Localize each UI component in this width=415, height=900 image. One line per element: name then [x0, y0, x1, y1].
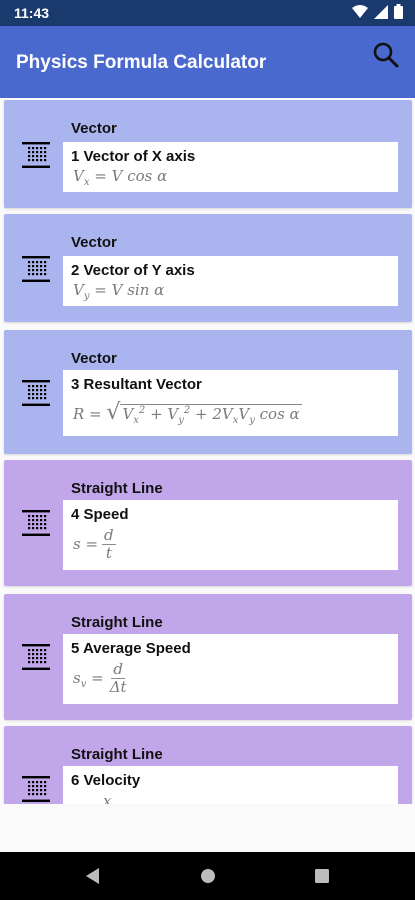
status-time: 11:43: [14, 5, 50, 21]
formula-card[interactable]: Straight Line 4 Speed s = d t: [4, 460, 412, 586]
battery-icon: [394, 4, 403, 19]
wifi-icon: [352, 4, 368, 18]
formula-expression: sv = d Δt: [73, 660, 127, 697]
recents-icon: [315, 869, 329, 883]
formula-card[interactable]: Straight Line 6 Velocity x: [4, 726, 412, 804]
card-category: Straight Line: [71, 746, 163, 763]
status-icons: [352, 4, 403, 19]
card-category: Vector: [71, 120, 117, 137]
formula-panel: 2 Vector of Y axis Vy = V sin α: [63, 256, 398, 306]
formula-panel: 6 Velocity x: [63, 766, 398, 804]
list-icon: [22, 644, 50, 670]
home-button[interactable]: [198, 866, 218, 886]
formula-panel: 5 Average Speed sv = d Δt: [63, 634, 398, 704]
card-category: Straight Line: [71, 480, 163, 497]
card-category: Vector: [71, 350, 117, 367]
formula-title: 5 Average Speed: [71, 640, 191, 657]
back-icon: [86, 868, 99, 884]
formula-card[interactable]: Straight Line 5 Average Speed sv = d Δt: [4, 594, 412, 720]
app-bar: Physics Formula Calculator: [0, 26, 415, 98]
formula-panel: 4 Speed s = d t: [63, 500, 398, 570]
search-icon: [373, 42, 399, 68]
status-bar: 11:43: [0, 0, 415, 26]
formula-expression: x: [103, 792, 112, 804]
list-icon: [22, 510, 50, 536]
bottom-area: [0, 804, 415, 852]
recents-button[interactable]: [312, 866, 332, 886]
app-title: Physics Formula Calculator: [16, 52, 267, 73]
list-icon: [22, 256, 50, 282]
signal-icon: [374, 4, 388, 19]
formula-expression: Vx = V cos α: [73, 167, 168, 188]
list-icon: [22, 776, 50, 802]
back-button[interactable]: [83, 866, 103, 886]
formula-expression: Vy = V sin α: [73, 281, 165, 302]
card-category: Straight Line: [71, 614, 163, 631]
formula-expression: s = d t: [73, 526, 116, 563]
formula-card[interactable]: Vector 1 Vector of X axis Vx = V cos α: [4, 100, 412, 208]
formula-title: 3 Resultant Vector: [71, 376, 202, 393]
search-button[interactable]: [371, 40, 401, 70]
formula-card[interactable]: Vector 2 Vector of Y axis Vy = V sin α: [4, 214, 412, 322]
home-icon: [201, 869, 215, 883]
list-icon: [22, 142, 50, 168]
formula-title: 2 Vector of Y axis: [71, 262, 195, 279]
list-icon: [22, 380, 50, 406]
formula-card[interactable]: Vector 3 Resultant Vector R = √ Vx2 + Vy2…: [4, 330, 412, 454]
formula-list: Vector 1 Vector of X axis Vx = V cos α V…: [0, 98, 415, 804]
formula-title: 1 Vector of X axis: [71, 148, 196, 165]
formula-title: 4 Speed: [71, 506, 129, 523]
card-category: Vector: [71, 234, 117, 251]
formula-panel: 3 Resultant Vector R = √ Vx2 + Vy2 + 2VxV…: [63, 370, 398, 436]
nav-bar: [0, 852, 415, 900]
formula-expression: R = √ Vx2 + Vy2 + 2VxVy cos α: [73, 400, 302, 426]
formula-title: 6 Velocity: [71, 772, 141, 789]
formula-panel: 1 Vector of X axis Vx = V cos α: [63, 142, 398, 192]
